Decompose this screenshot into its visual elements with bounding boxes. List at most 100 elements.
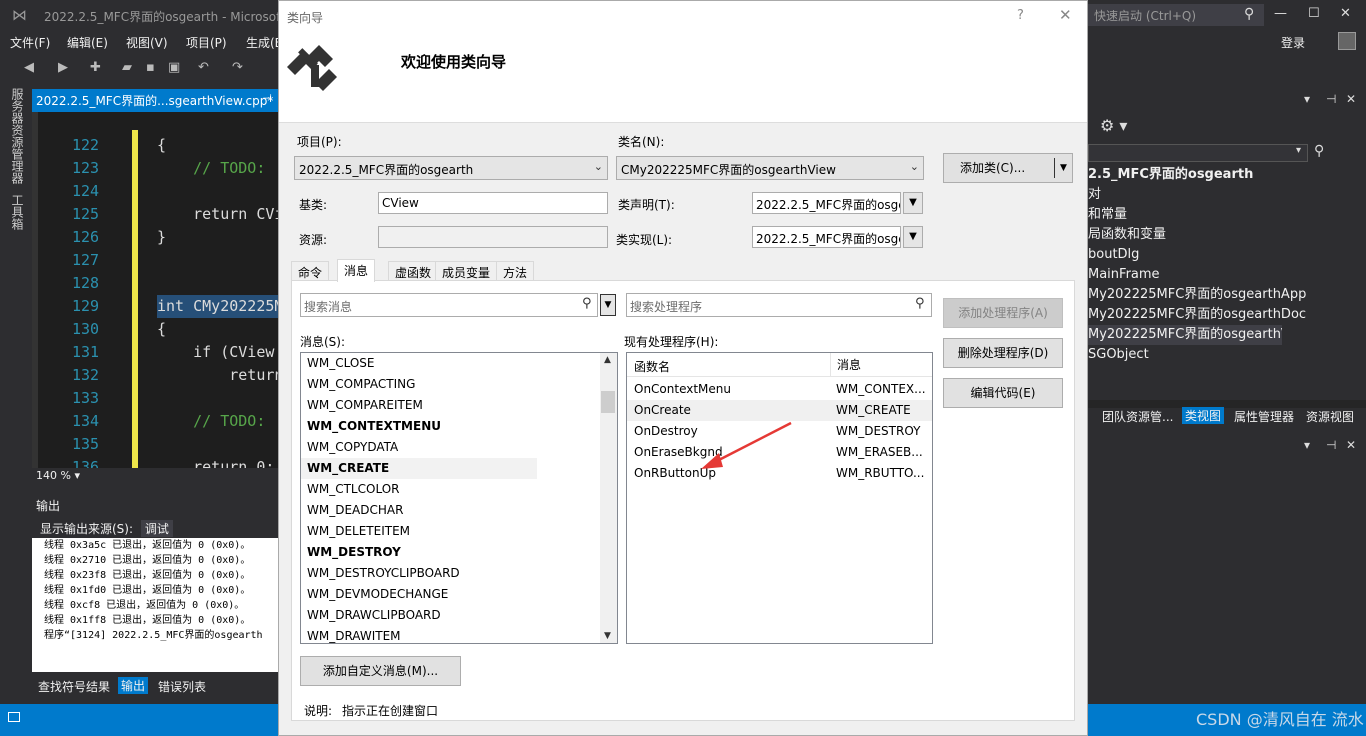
code-line[interactable]: } bbox=[157, 226, 278, 249]
message-list-item[interactable]: WM_COMPACTING bbox=[301, 374, 617, 395]
code-line[interactable]: // TODO: bbox=[157, 157, 278, 180]
close-icon[interactable]: ✕ bbox=[1346, 92, 1356, 106]
tab-methods[interactable]: 方法 bbox=[496, 261, 535, 281]
chevron-down-icon[interactable]: ▼ bbox=[1060, 154, 1067, 182]
class-tree-item[interactable]: My202225MFC界面的osgearthDoc bbox=[1088, 305, 1358, 325]
minimize-icon[interactable]: — bbox=[1274, 6, 1287, 21]
code-line[interactable]: { bbox=[157, 134, 278, 157]
search-icon[interactable]: ⚲ bbox=[1314, 143, 1324, 159]
scroll-thumb[interactable] bbox=[601, 391, 615, 413]
class-tree-item[interactable]: My202225MFC界面的osgearthView bbox=[1088, 325, 1282, 345]
code-line[interactable] bbox=[157, 433, 278, 456]
close-icon[interactable]: ✕ bbox=[1059, 6, 1072, 24]
output-source-select[interactable]: 调试 bbox=[140, 520, 173, 537]
message-list-item[interactable]: WM_CONTEXTMENU bbox=[301, 416, 617, 437]
class-tree-item[interactable]: 对 bbox=[1088, 185, 1358, 205]
avatar[interactable] bbox=[1338, 32, 1356, 50]
toolbox-tab[interactable]: 工具箱 bbox=[9, 194, 26, 230]
search-messages-input[interactable]: 搜索消息 bbox=[300, 293, 598, 317]
tab-member-variables[interactable]: 成员变量 bbox=[435, 261, 498, 281]
message-list-item[interactable]: WM_DRAWCLIPBOARD bbox=[301, 605, 617, 626]
message-list-item[interactable]: WM_COPYDATA bbox=[301, 437, 617, 458]
tab-find-symbol-results[interactable]: 查找符号结果 bbox=[38, 678, 110, 695]
search-icon[interactable]: ⚲ bbox=[915, 296, 925, 311]
code-line[interactable] bbox=[157, 272, 278, 295]
settings-icon[interactable]: ⚙ ▾ bbox=[1100, 116, 1127, 135]
message-list-item[interactable]: WM_CTLCOLOR bbox=[301, 479, 617, 500]
tab-error-list[interactable]: 错误列表 bbox=[158, 678, 206, 695]
message-list-item[interactable]: WM_DRAWITEM bbox=[301, 626, 617, 643]
class-tree-item[interactable]: 2.5_MFC界面的osgearth bbox=[1088, 165, 1358, 185]
handler-row[interactable]: OnContextMenu WM_CONTEX... bbox=[627, 379, 932, 400]
resource-field[interactable] bbox=[378, 226, 608, 248]
dropdown-icon[interactable]: ▾ bbox=[1304, 438, 1310, 452]
pin-icon[interactable]: ⊣ bbox=[1326, 438, 1336, 452]
tab-resource-view[interactable]: 资源视图 bbox=[1306, 408, 1354, 425]
messages-scrollbar[interactable]: ▲ ▼ bbox=[600, 353, 617, 643]
quick-launch-input[interactable]: 快速启动 (Ctrl+Q) bbox=[1088, 4, 1264, 26]
menu-project[interactable]: 项目(P) bbox=[186, 34, 227, 51]
message-list-item[interactable]: WM_COMPAREITEM bbox=[301, 395, 617, 416]
tab-commands[interactable]: 命令 bbox=[291, 261, 330, 281]
server-explorer-tab[interactable]: 服务器资源管理器 bbox=[9, 88, 26, 184]
tab-class-view[interactable]: 类视图 bbox=[1182, 407, 1225, 424]
class-tree-item[interactable]: 局函数和变量 bbox=[1088, 225, 1358, 245]
class-declaration-dropdown[interactable]: ▼ bbox=[903, 192, 923, 214]
handlers-list[interactable]: 函数名 消息 OnContextMenu WM_CONTEX... OnCreate… bbox=[626, 352, 933, 644]
message-list-item[interactable]: WM_DESTROYCLIPBOARD bbox=[301, 563, 617, 584]
tab-output[interactable]: 输出 bbox=[118, 677, 149, 694]
class-tree-item[interactable]: SGObject bbox=[1088, 345, 1358, 365]
code-line[interactable] bbox=[157, 249, 278, 272]
new-project-icon[interactable]: ✚ bbox=[90, 60, 101, 75]
code-line[interactable] bbox=[157, 387, 278, 410]
code-editor[interactable]: 122 123 124 125 126 127 128 129 130 131 132 133 134 1… bbox=[32, 112, 278, 468]
tab-messages[interactable]: 消息 bbox=[337, 259, 376, 282]
handler-row[interactable]: OnCreate WM_CREATE bbox=[627, 400, 932, 421]
forward-icon[interactable]: ▶ bbox=[58, 60, 68, 75]
tab-property-manager[interactable]: 属性管理器 bbox=[1234, 408, 1294, 425]
chevron-down-icon[interactable]: ▾ bbox=[1296, 145, 1301, 156]
menu-edit[interactable]: 编辑(E) bbox=[67, 34, 108, 51]
add-custom-message-button[interactable]: 添加自定义消息(M)... bbox=[300, 656, 461, 686]
class-declaration-field[interactable]: 2022.2.5_MFC界面的osge bbox=[752, 192, 901, 214]
code-line[interactable]: { bbox=[157, 318, 278, 341]
class-tree-item[interactable]: My202225MFC界面的osgearthApp bbox=[1088, 285, 1358, 305]
pin-icon[interactable]: ⊣ bbox=[1326, 92, 1336, 106]
add-class-button[interactable]: 添加类(C)... ▼ bbox=[943, 153, 1073, 183]
messages-list[interactable]: WM_CLOSE WM_COMPACTING WM_COMPAREITEM WM_CO… bbox=[300, 352, 618, 644]
classname-select[interactable]: CMy202225MFC界面的osgearthView ⌄ bbox=[616, 156, 924, 180]
message-list-item[interactable]: WM_DEADCHAR bbox=[301, 500, 617, 521]
class-tree-item[interactable]: boutDlg bbox=[1088, 245, 1358, 265]
redo-icon[interactable]: ↷ bbox=[232, 60, 243, 75]
message-list-item[interactable]: WM_DEVMODECHANGE bbox=[301, 584, 617, 605]
save-icon[interactable]: ▪ bbox=[146, 60, 155, 75]
message-list-item[interactable]: WM_CLOSE bbox=[301, 353, 617, 374]
tab-team-explorer[interactable]: 团队资源管... bbox=[1102, 408, 1173, 425]
zoom-level[interactable]: 140 % ▾ bbox=[32, 468, 278, 484]
tab-virtual-functions[interactable]: 虚函数 bbox=[388, 261, 439, 281]
code-line[interactable]: if (CView bbox=[157, 341, 278, 364]
message-list-item[interactable]: WM_DESTROY bbox=[301, 542, 617, 563]
code-line[interactable]: // TODO: bbox=[157, 410, 278, 433]
scroll-up-icon[interactable]: ▲ bbox=[604, 355, 611, 365]
maximize-icon[interactable]: ☐ bbox=[1308, 6, 1320, 21]
close-icon[interactable]: ✕ bbox=[1346, 438, 1356, 452]
code-line[interactable]: int CMy202225M bbox=[157, 295, 278, 318]
undo-icon[interactable]: ↶ bbox=[198, 60, 209, 75]
class-tree-item[interactable]: MainFrame bbox=[1088, 265, 1358, 285]
menu-view[interactable]: 视图(V) bbox=[126, 34, 168, 51]
class-tree-item[interactable]: 和常量 bbox=[1088, 205, 1358, 225]
column-message[interactable]: 消息 bbox=[830, 353, 861, 377]
base-class-field[interactable]: CView bbox=[378, 192, 608, 214]
code-line[interactable]: return 0; bbox=[157, 456, 278, 468]
login-link[interactable]: 登录 bbox=[1281, 34, 1305, 51]
menu-file[interactable]: 文件(F) bbox=[10, 34, 50, 51]
scroll-down-icon[interactable]: ▼ bbox=[604, 631, 611, 641]
code-line[interactable]: return bbox=[157, 364, 278, 387]
class-implementation-field[interactable]: 2022.2.5_MFC界面的osge bbox=[752, 226, 901, 248]
code-text[interactable]: { // TODO: return CVi} int CMy202225M{ if… bbox=[157, 134, 278, 468]
search-handlers-input[interactable]: 搜索处理程序 bbox=[626, 293, 932, 317]
message-list-item[interactable]: WM_DELETEITEM bbox=[301, 521, 617, 542]
back-icon[interactable]: ◀ bbox=[24, 60, 34, 75]
add-handler-button[interactable]: 添加处理程序(A) bbox=[943, 298, 1063, 328]
